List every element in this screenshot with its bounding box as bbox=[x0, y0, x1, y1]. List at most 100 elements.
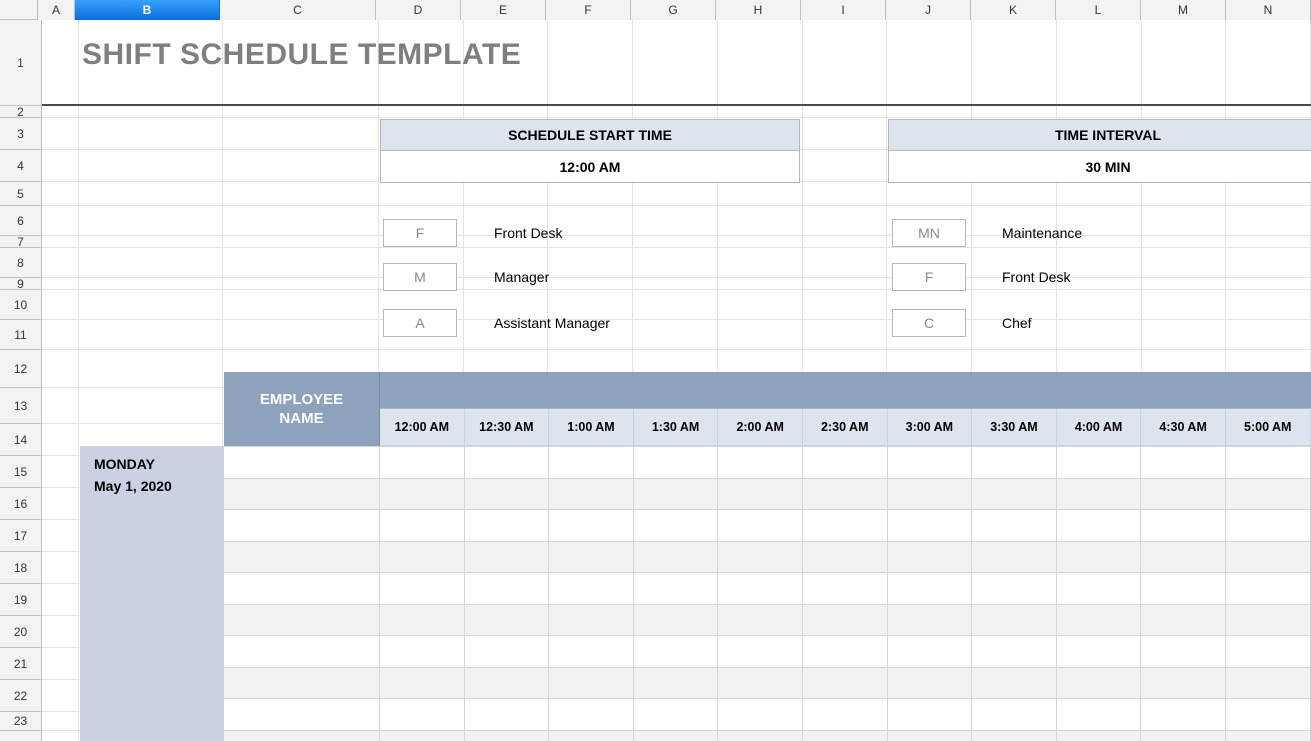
row-header[interactable]: 15 bbox=[0, 456, 41, 488]
column-header[interactable]: A bbox=[38, 0, 75, 20]
shift-cell[interactable] bbox=[972, 635, 1057, 667]
shift-cell[interactable] bbox=[634, 572, 719, 604]
select-all-corner[interactable] bbox=[0, 0, 38, 20]
shift-cell[interactable] bbox=[1226, 446, 1311, 478]
shift-cell[interactable] bbox=[1226, 478, 1311, 510]
shift-cell[interactable] bbox=[1141, 478, 1226, 510]
shift-cell[interactable] bbox=[972, 509, 1057, 541]
shift-cell[interactable] bbox=[718, 509, 803, 541]
shift-cell[interactable] bbox=[1226, 509, 1311, 541]
legend-code[interactable]: F bbox=[383, 219, 457, 247]
row-header[interactable]: 5 bbox=[0, 182, 41, 206]
shift-cell[interactable] bbox=[465, 698, 550, 730]
shift-cell[interactable] bbox=[803, 730, 888, 741]
legend-code[interactable]: MN bbox=[892, 219, 966, 247]
column-header[interactable]: G bbox=[631, 0, 716, 20]
shift-cell[interactable] bbox=[380, 446, 465, 478]
shift-cell[interactable] bbox=[803, 509, 888, 541]
column-header[interactable]: J bbox=[886, 0, 971, 20]
shift-cell[interactable] bbox=[1057, 478, 1142, 510]
shift-cell[interactable] bbox=[718, 730, 803, 741]
shift-cell[interactable] bbox=[803, 541, 888, 573]
shift-cell[interactable] bbox=[972, 698, 1057, 730]
row-header[interactable]: 23 bbox=[0, 712, 41, 731]
shift-cell[interactable] bbox=[972, 478, 1057, 510]
employee-name-cell[interactable] bbox=[224, 541, 380, 573]
shift-cell[interactable] bbox=[718, 572, 803, 604]
employee-name-cell[interactable] bbox=[224, 572, 380, 604]
employee-name-cell[interactable] bbox=[224, 478, 380, 510]
shift-cell[interactable] bbox=[888, 698, 973, 730]
shift-cell[interactable] bbox=[634, 541, 719, 573]
shift-cell[interactable] bbox=[380, 478, 465, 510]
shift-cell[interactable] bbox=[380, 572, 465, 604]
shift-cell[interactable] bbox=[888, 446, 973, 478]
row-header[interactable]: 16 bbox=[0, 488, 41, 520]
shift-cell[interactable] bbox=[718, 446, 803, 478]
shift-cell[interactable] bbox=[465, 478, 550, 510]
shift-cell[interactable] bbox=[380, 730, 465, 741]
shift-cell[interactable] bbox=[1057, 446, 1142, 478]
shift-cell[interactable] bbox=[1141, 446, 1226, 478]
shift-cell[interactable] bbox=[1141, 730, 1226, 741]
column-header[interactable]: K bbox=[971, 0, 1056, 20]
employee-name-cell[interactable] bbox=[224, 604, 380, 636]
shift-cell[interactable] bbox=[803, 572, 888, 604]
row-header[interactable]: 13 bbox=[0, 388, 41, 424]
shift-cell[interactable] bbox=[465, 509, 550, 541]
shift-cell[interactable] bbox=[1057, 730, 1142, 741]
shift-cell[interactable] bbox=[380, 604, 465, 636]
shift-cell[interactable] bbox=[1141, 604, 1226, 636]
shift-cell[interactable] bbox=[634, 446, 719, 478]
shift-cell[interactable] bbox=[1141, 667, 1226, 699]
grid-area[interactable]: SHIFT SCHEDULE TEMPLATE SCHEDULE START T… bbox=[42, 20, 1311, 741]
row-header[interactable]: 8 bbox=[0, 248, 41, 278]
shift-cell[interactable] bbox=[803, 604, 888, 636]
shift-cell[interactable] bbox=[1226, 730, 1311, 741]
shift-cell[interactable] bbox=[634, 509, 719, 541]
shift-cell[interactable] bbox=[1226, 667, 1311, 699]
shift-cell[interactable] bbox=[803, 478, 888, 510]
shift-cell[interactable] bbox=[465, 604, 550, 636]
shift-cell[interactable] bbox=[549, 635, 634, 667]
row-header[interactable]: 6 bbox=[0, 206, 41, 236]
shift-cell[interactable] bbox=[549, 572, 634, 604]
shift-cell[interactable] bbox=[1226, 572, 1311, 604]
employee-name-cell[interactable] bbox=[224, 446, 380, 478]
employee-name-cell[interactable] bbox=[224, 667, 380, 699]
row-header[interactable]: 4 bbox=[0, 150, 41, 182]
shift-cell[interactable] bbox=[380, 635, 465, 667]
column-header[interactable]: F bbox=[546, 0, 631, 20]
row-header[interactable]: 22 bbox=[0, 680, 41, 712]
row-header[interactable]: 7 bbox=[0, 236, 41, 248]
row-header[interactable]: 10 bbox=[0, 290, 41, 320]
shift-cell[interactable] bbox=[549, 604, 634, 636]
shift-cell[interactable] bbox=[465, 667, 550, 699]
shift-cell[interactable] bbox=[972, 572, 1057, 604]
row-header[interactable]: 12 bbox=[0, 350, 41, 388]
column-header[interactable]: C bbox=[220, 0, 376, 20]
time-interval-value[interactable]: 30 MIN bbox=[888, 151, 1311, 183]
shift-cell[interactable] bbox=[465, 572, 550, 604]
shift-cell[interactable] bbox=[888, 541, 973, 573]
shift-cell[interactable] bbox=[634, 478, 719, 510]
shift-cell[interactable] bbox=[549, 698, 634, 730]
shift-cell[interactable] bbox=[803, 698, 888, 730]
column-header[interactable]: L bbox=[1056, 0, 1141, 20]
employee-name-cell[interactable] bbox=[224, 698, 380, 730]
shift-cell[interactable] bbox=[888, 604, 973, 636]
shift-cell[interactable] bbox=[634, 730, 719, 741]
shift-cell[interactable] bbox=[634, 635, 719, 667]
row-header[interactable]: 20 bbox=[0, 616, 41, 648]
legend-code[interactable]: F bbox=[892, 263, 966, 291]
shift-cell[interactable] bbox=[718, 667, 803, 699]
shift-cell[interactable] bbox=[803, 446, 888, 478]
shift-cell[interactable] bbox=[634, 698, 719, 730]
shift-cell[interactable] bbox=[1057, 698, 1142, 730]
shift-cell[interactable] bbox=[1057, 604, 1142, 636]
column-header[interactable]: D bbox=[376, 0, 461, 20]
shift-cell[interactable] bbox=[1141, 698, 1226, 730]
shift-cell[interactable] bbox=[972, 604, 1057, 636]
row-header[interactable]: 11 bbox=[0, 320, 41, 350]
column-header[interactable]: H bbox=[716, 0, 801, 20]
